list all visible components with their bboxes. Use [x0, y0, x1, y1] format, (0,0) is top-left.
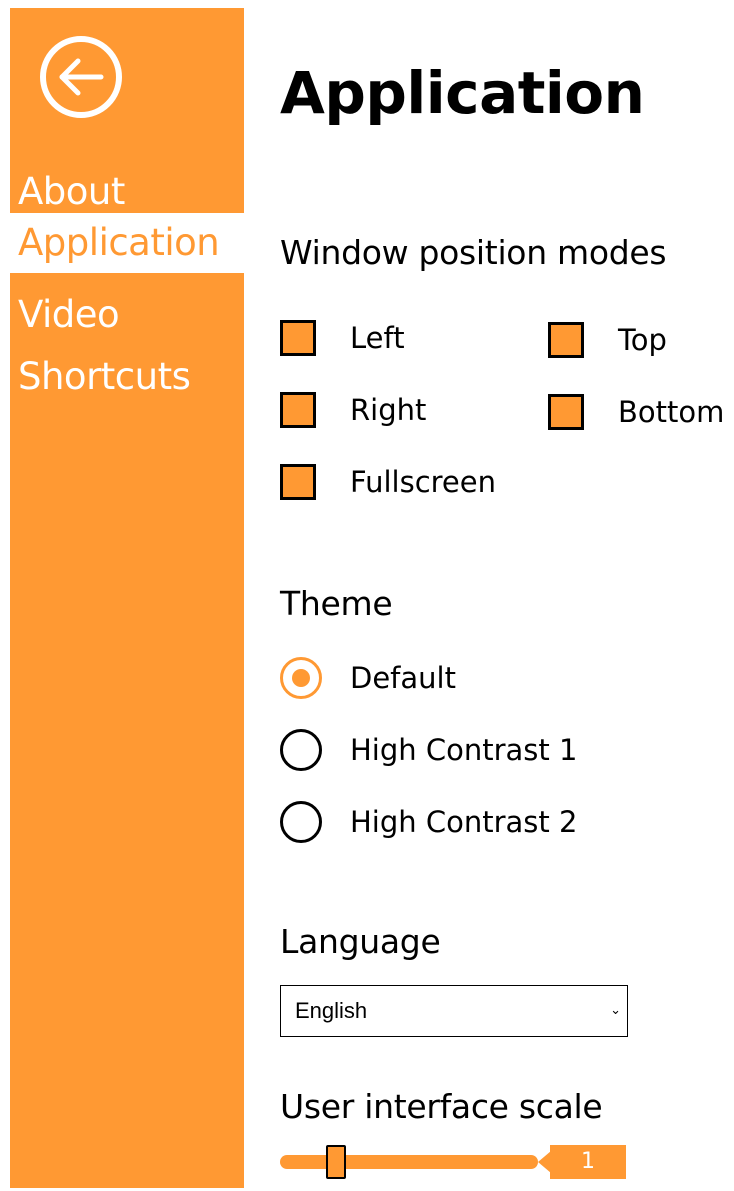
language-select[interactable]: English ⌄	[280, 985, 628, 1037]
window-mode-left-checkbox[interactable]: Left	[280, 316, 405, 360]
radio-button-selected[interactable]	[280, 657, 322, 699]
window-mode-top-checkbox[interactable]: Top	[548, 318, 667, 362]
theme-default-radio[interactable]: Default	[280, 656, 456, 700]
theme-title: Theme	[280, 584, 393, 623]
ui-scale-slider[interactable]	[280, 1138, 540, 1184]
slider-value-tooltip: 1	[538, 1145, 630, 1179]
checkbox-label: Bottom	[618, 395, 725, 429]
back-button[interactable]	[38, 34, 124, 120]
page-title: Application	[280, 59, 645, 127]
theme-high-contrast-1-radio[interactable]: High Contrast 1	[280, 728, 577, 772]
radio-label: High Contrast 2	[350, 805, 578, 839]
language-title: Language	[280, 922, 441, 961]
ui-scale-title: User interface scale	[280, 1087, 603, 1126]
radio-button[interactable]	[280, 729, 322, 771]
checkbox-label: Fullscreen	[350, 465, 496, 499]
checkbox-label: Right	[350, 393, 427, 427]
sidebar-item-shortcuts[interactable]: Shortcuts	[10, 347, 244, 407]
radio-dot	[292, 669, 310, 687]
sidebar: About Application Video Shortcuts	[10, 8, 244, 1188]
checkbox-box[interactable]	[548, 394, 584, 430]
radio-button[interactable]	[280, 801, 322, 843]
back-arrow-icon	[40, 36, 122, 118]
slider-value: 1	[550, 1145, 626, 1179]
sidebar-item-application[interactable]: Application	[10, 213, 244, 273]
checkbox-label: Top	[618, 323, 667, 357]
checkbox-box[interactable]	[548, 322, 584, 358]
window-mode-fullscreen-checkbox[interactable]: Fullscreen	[280, 460, 496, 504]
slider-thumb[interactable]	[326, 1145, 346, 1179]
radio-label: High Contrast 1	[350, 733, 578, 767]
sidebar-item-video[interactable]: Video	[10, 285, 244, 345]
checkbox-box[interactable]	[280, 392, 316, 428]
checkbox-label: Left	[350, 321, 405, 355]
slider-track[interactable]	[280, 1155, 538, 1169]
checkbox-box[interactable]	[280, 320, 316, 356]
checkbox-box[interactable]	[280, 464, 316, 500]
radio-label: Default	[350, 661, 456, 695]
window-position-title: Window position modes	[280, 233, 667, 272]
theme-high-contrast-2-radio[interactable]: High Contrast 2	[280, 800, 577, 844]
window-mode-right-checkbox[interactable]: Right	[280, 388, 426, 432]
window-mode-bottom-checkbox[interactable]: Bottom	[548, 390, 724, 434]
chevron-down-icon: ⌄	[610, 1003, 621, 1018]
language-select-value: English	[295, 998, 368, 1023]
